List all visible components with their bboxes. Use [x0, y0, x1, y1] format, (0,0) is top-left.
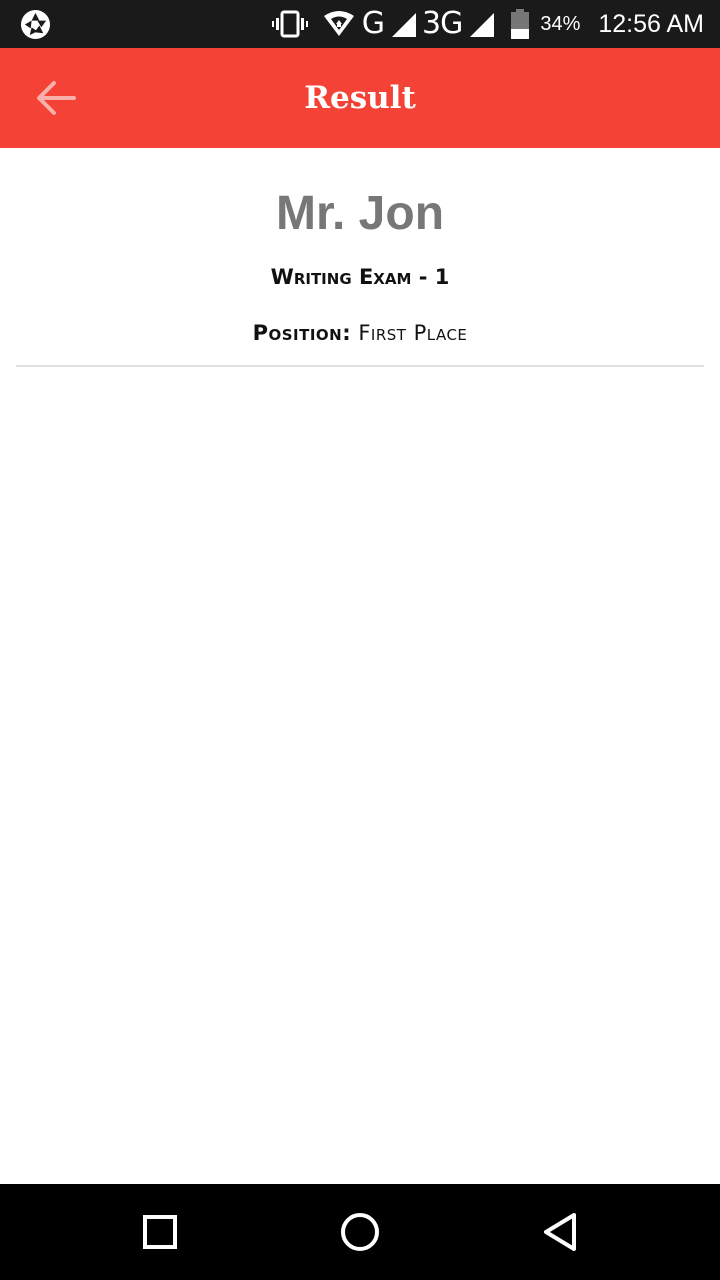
status-bar: G 3G 34% 12:56 AM: [0, 0, 720, 48]
vibrate-icon: [271, 10, 308, 38]
network-type-3g: 3G: [421, 6, 463, 41]
student-name: Mr. Jon: [275, 187, 445, 240]
home-button[interactable]: [336, 1208, 384, 1256]
signal-icon: [391, 13, 416, 37]
recents-button[interactable]: [136, 1208, 184, 1256]
clock: 12:56 AM: [598, 9, 704, 38]
page-title: Result: [304, 80, 416, 116]
position-value: First Place: [358, 321, 468, 345]
aperture-icon: [20, 9, 51, 40]
system-nav-bar: [0, 1184, 720, 1280]
recents-square-icon: [143, 1215, 177, 1249]
battery-icon: [511, 9, 530, 39]
network-type-g: G: [361, 6, 385, 41]
exam-title: Writing Exam - 1: [270, 265, 450, 289]
arrow-left-icon[interactable]: [34, 78, 78, 118]
signal-icon: [470, 13, 495, 37]
position-line: Position: First Place: [0, 321, 720, 345]
divider: [16, 365, 704, 367]
position-label: Position:: [252, 321, 352, 345]
back-button[interactable]: [536, 1208, 584, 1256]
battery-percent: 34%: [540, 12, 581, 35]
app-bar: Result: [0, 48, 720, 148]
home-circle-icon: [341, 1213, 379, 1251]
back-triangle-icon: [544, 1213, 576, 1251]
wifi-icon: [323, 11, 354, 36]
